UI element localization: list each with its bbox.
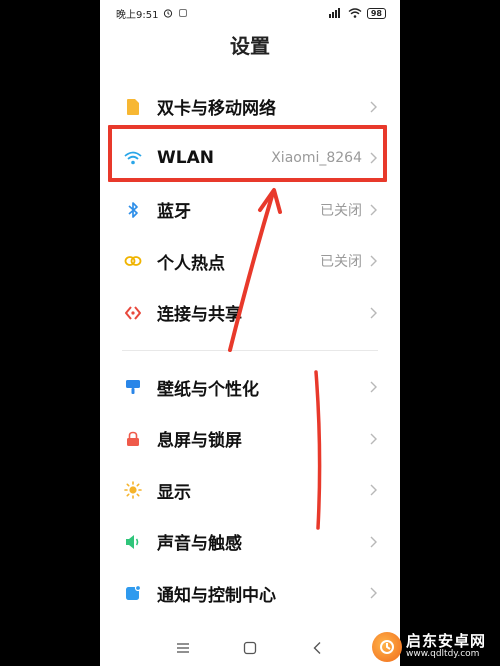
settings-item-label: 连接与共享 [157,305,242,326]
settings-item-display[interactable]: 显示 [100,465,400,517]
speaker-icon [124,533,142,551]
lock-icon [124,430,142,448]
sim-card-icon [124,98,142,116]
chevron-right-icon [368,203,378,217]
battery-icon: 98 [366,7,386,19]
settings-item-label: 通知与控制中心 [157,585,276,606]
chevron-right-icon [368,151,378,165]
settings-item-dual-sim[interactable]: 双卡与移动网络 [100,81,400,133]
watermark-logo-icon [372,631,402,662]
settings-item-lock-screen[interactable]: 息屏与锁屏 [100,413,400,465]
settings-item-label: 双卡与移动网络 [157,99,276,120]
settings-item-connection-sharing[interactable]: 连接与共享 [100,287,400,339]
notification-icon [124,584,142,602]
bluetooth-icon [124,201,142,219]
home-icon [243,641,257,655]
settings-item-wlan[interactable]: WLAN Xiaomi_8264 [100,133,400,185]
wifi-status-icon [348,8,362,18]
watermark-name: 启东安卓网 [406,631,487,650]
settings-item-wallpaper[interactable]: 壁纸与个性化 [100,362,400,414]
settings-item-hotspot[interactable]: 个人热点 已关闭 [100,236,400,288]
navigation-bar [100,630,400,666]
sun-icon [124,481,142,500]
settings-item-label: 声音与触感 [157,534,242,555]
settings-item-label: 壁纸与个性化 [157,379,259,400]
wallpaper-icon [124,378,142,396]
chevron-right-icon [368,535,378,549]
chevron-right-icon [368,100,378,114]
section-divider [122,349,378,351]
wifi-icon [124,149,142,167]
page-title: 设置 [230,34,270,58]
back-icon [313,642,321,654]
settings-item-label: 个人热点 [157,253,225,274]
share-icon [124,304,142,322]
settings-item-bluetooth[interactable]: 蓝牙 已关闭 [100,184,400,236]
hotspot-status: 已关闭 [320,254,362,271]
chevron-right-icon [368,254,378,268]
chevron-right-icon [368,586,378,600]
bluetooth-status: 已关闭 [320,202,362,219]
signal-icon [328,8,343,18]
alarm-icon [163,8,173,18]
chevron-right-icon [368,432,378,446]
settings-item-label: WLAN [157,148,214,169]
status-time: 晚上9:51 [116,9,159,21]
chevron-right-icon [368,306,378,320]
phone-screen: 晚上9:51 98 设置 双卡与移动网络 WLAN Xiaomi_8264 蓝牙… [100,0,400,666]
menu-nav-button[interactable] [168,636,198,660]
settings-item-notifications[interactable]: 通知与控制中心 [100,568,400,620]
settings-item-sound[interactable]: 声音与触感 [100,516,400,568]
home-nav-button[interactable] [235,636,265,660]
settings-item-label: 显示 [157,482,191,503]
menu-icon [177,643,190,653]
hotspot-icon [124,252,142,270]
back-nav-button[interactable] [302,636,332,660]
settings-list: 双卡与移动网络 WLAN Xiaomi_8264 蓝牙 已关闭 个人热点 已关闭 [100,81,400,619]
wlan-network-name: Xiaomi_8264 [271,150,362,167]
chevron-right-icon [368,483,378,497]
watermark-url: www.qdltdy.com [406,648,480,659]
status-bar: 晚上9:51 98 [100,0,400,26]
settings-item-label: 蓝牙 [157,202,191,223]
notification-dot-icon [178,8,188,18]
chevron-right-icon [368,380,378,394]
settings-item-label: 息屏与锁屏 [157,431,242,452]
site-watermark: 启东安卓网 www.qdltdy.com [372,627,500,666]
